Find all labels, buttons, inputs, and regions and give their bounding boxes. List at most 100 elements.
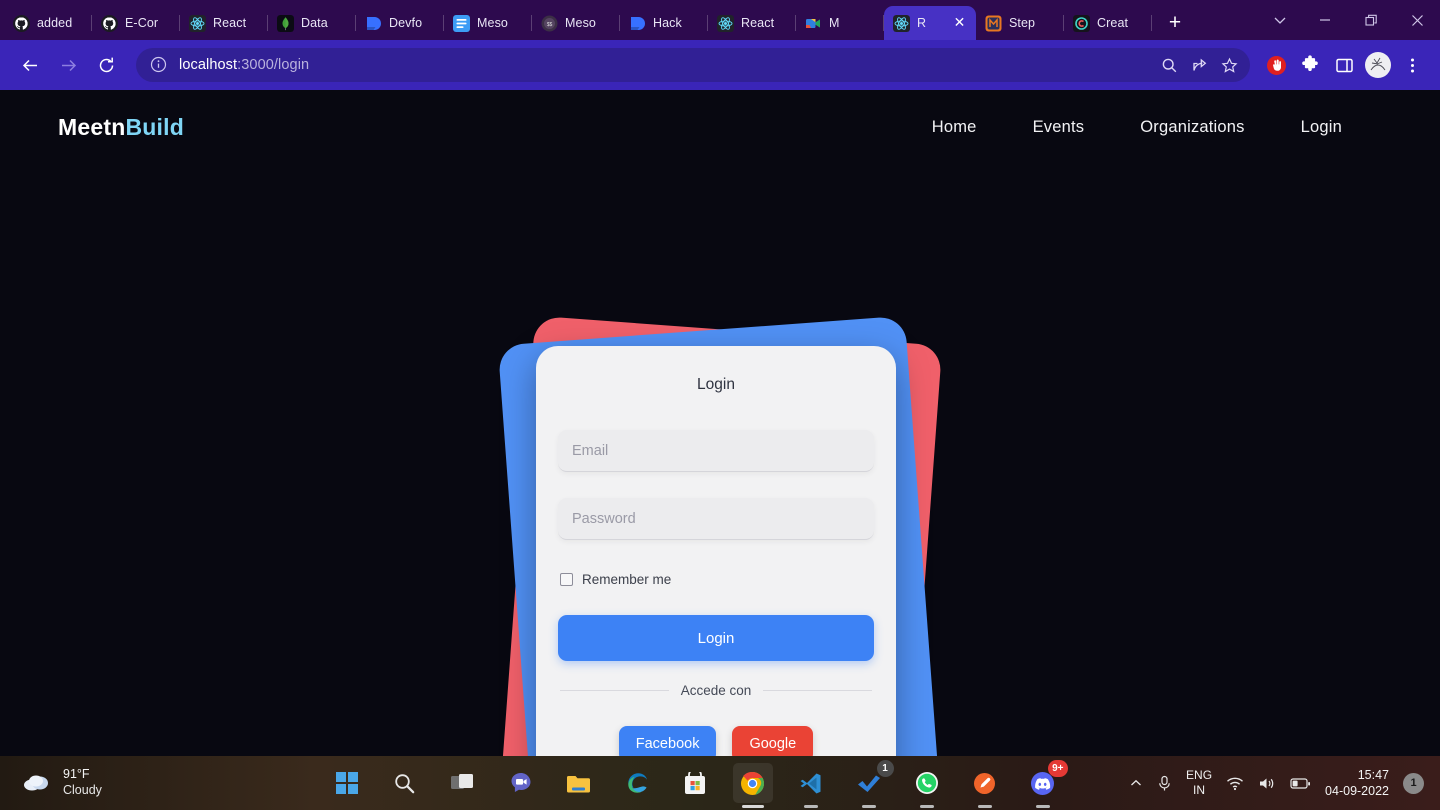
site-nav-links: Home Events Organizations Login <box>932 118 1342 137</box>
browser-tab[interactable]: Data <box>268 6 356 40</box>
react-icon <box>189 14 206 32</box>
browser-tab[interactable]: Devfo <box>356 6 444 40</box>
bookmark-star-icon[interactable] <box>1214 50 1244 80</box>
start-button[interactable] <box>327 763 367 803</box>
google-chrome-button[interactable] <box>732 763 773 803</box>
react-icon <box>893 14 910 32</box>
battery-icon[interactable] <box>1290 777 1311 790</box>
share-icon[interactable] <box>1184 50 1214 80</box>
google-meet-icon <box>805 15 822 32</box>
site-info-icon[interactable] <box>150 56 168 74</box>
tab-strip: added E-Cor React Data Devfo Meso $$ Meso Hack Re… <box>0 0 1440 40</box>
nav-link[interactable]: Login <box>1301 118 1342 137</box>
microsoft-store-button[interactable] <box>675 763 715 803</box>
tab-label: React <box>741 16 775 30</box>
todo-badge: 1 <box>876 760 894 777</box>
adblock-icon[interactable] <box>1260 49 1292 81</box>
browser-tab[interactable]: Meso <box>444 6 532 40</box>
nav-link[interactable]: Home <box>932 118 977 137</box>
site-logo[interactable]: MeetnBuild <box>58 114 184 141</box>
browser-tab[interactable]: E-Cor <box>92 6 180 40</box>
remember-me-label: Remember me <box>582 572 672 587</box>
browser-tab[interactable]: React <box>708 6 796 40</box>
new-tab-button[interactable]: + <box>1160 8 1190 38</box>
browser-menu-button[interactable] <box>1396 49 1428 81</box>
close-window-button[interactable] <box>1394 0 1440 40</box>
language-bottom: IN <box>1193 783 1206 797</box>
tab-label: Step <box>1009 16 1036 30</box>
omnibox-search-icon[interactable] <box>1154 50 1184 80</box>
profile-avatar[interactable] <box>1362 49 1394 81</box>
system-tray: ENG IN 15:47 04-09-2022 1 <box>1129 767 1440 800</box>
browser-tab[interactable]: R ✕ <box>884 6 976 40</box>
back-button[interactable] <box>12 47 48 83</box>
remember-me-checkbox[interactable] <box>560 573 573 586</box>
tab-search-button[interactable] <box>1258 0 1302 40</box>
divider-line-right <box>763 690 873 691</box>
browser-toolbar: localhost:3000/login <box>0 40 1440 90</box>
tab-separator <box>1151 15 1152 31</box>
chevron-up-icon[interactable] <box>1129 776 1143 790</box>
postman-button[interactable] <box>965 763 1005 803</box>
nav-link[interactable]: Events <box>1033 118 1085 137</box>
teams-chat-button[interactable] <box>501 763 541 803</box>
browser-tab[interactable]: React <box>180 6 268 40</box>
microsoft-edge-button[interactable] <box>617 763 657 803</box>
taskbar-apps: 1 9+ <box>260 760 1129 803</box>
tab-label: added <box>37 16 73 30</box>
language-indicator[interactable]: ENG IN <box>1186 768 1212 798</box>
divider-label: Accede con <box>680 683 752 698</box>
browser-tab[interactable]: M <box>796 6 884 40</box>
nav-link[interactable]: Organizations <box>1140 118 1244 137</box>
tab-label: E-Cor <box>125 16 159 30</box>
browser-tab[interactable]: added <box>4 6 92 40</box>
maximize-button[interactable] <box>1348 0 1394 40</box>
windows-taskbar: 91°F Cloudy 1 9+ ENG IN 15:47 04-09-2022… <box>0 756 1440 810</box>
close-tab-button[interactable]: ✕ <box>952 16 967 31</box>
tab-label: R <box>917 16 927 30</box>
forward-button[interactable] <box>50 47 86 83</box>
language-top: ENG <box>1186 768 1213 782</box>
github-icon <box>13 14 30 32</box>
discord-button[interactable]: 9+ <box>1023 760 1068 803</box>
file-explorer-button[interactable] <box>559 763 599 803</box>
vs-code-button[interactable] <box>791 763 831 803</box>
tab-label: Meso <box>477 16 508 30</box>
browser-tab[interactable]: Step <box>976 6 1064 40</box>
wifi-icon[interactable] <box>1226 776 1244 791</box>
url-text[interactable]: localhost:3000/login <box>179 57 1154 73</box>
browser-tab[interactable]: $$ Meso <box>532 6 620 40</box>
login-card: Login Remember me Login Accede con Faceb… <box>536 346 896 810</box>
cloud-icon <box>22 770 52 797</box>
browser-tab[interactable]: Creat <box>1064 6 1152 40</box>
notification-badge[interactable]: 1 <box>1403 772 1424 794</box>
search-button[interactable] <box>385 763 425 803</box>
email-field[interactable] <box>558 430 874 472</box>
svg-text:$$: $$ <box>547 22 553 28</box>
brand-first: Meetn <box>58 113 126 140</box>
reload-button[interactable] <box>88 47 124 83</box>
remember-me-row[interactable]: Remember me <box>560 572 874 587</box>
tab-label: React <box>213 16 247 30</box>
address-bar[interactable]: localhost:3000/login <box>136 48 1250 82</box>
discord-badge: 9+ <box>1048 760 1068 777</box>
web-page: MeetnBuild Home Events Organizations Login … <box>0 90 1440 810</box>
extensions-puzzle-icon[interactable] <box>1294 49 1326 81</box>
minimize-button[interactable] <box>1302 0 1348 40</box>
clock[interactable]: 15:47 04-09-2022 <box>1325 767 1389 800</box>
login-submit-button[interactable]: Login <box>558 615 874 661</box>
browser-tab[interactable]: Hack <box>620 6 708 40</box>
weather-widget[interactable]: 91°F Cloudy <box>0 767 260 798</box>
brand-second: Build <box>125 113 184 140</box>
tab-label: Hack <box>653 16 682 30</box>
whatsapp-button[interactable] <box>907 763 947 803</box>
microphone-icon[interactable] <box>1157 775 1172 792</box>
site-navbar: MeetnBuild Home Events Organizations Login <box>0 90 1440 164</box>
task-view-button[interactable] <box>443 763 483 803</box>
volume-icon[interactable] <box>1258 776 1276 791</box>
sidebar-icon[interactable] <box>1328 49 1360 81</box>
devfolio-icon <box>629 15 646 32</box>
password-field[interactable] <box>558 498 874 540</box>
weather-text: 91°F Cloudy <box>63 767 102 798</box>
microsoft-todo-button[interactable]: 1 <box>849 760 894 803</box>
